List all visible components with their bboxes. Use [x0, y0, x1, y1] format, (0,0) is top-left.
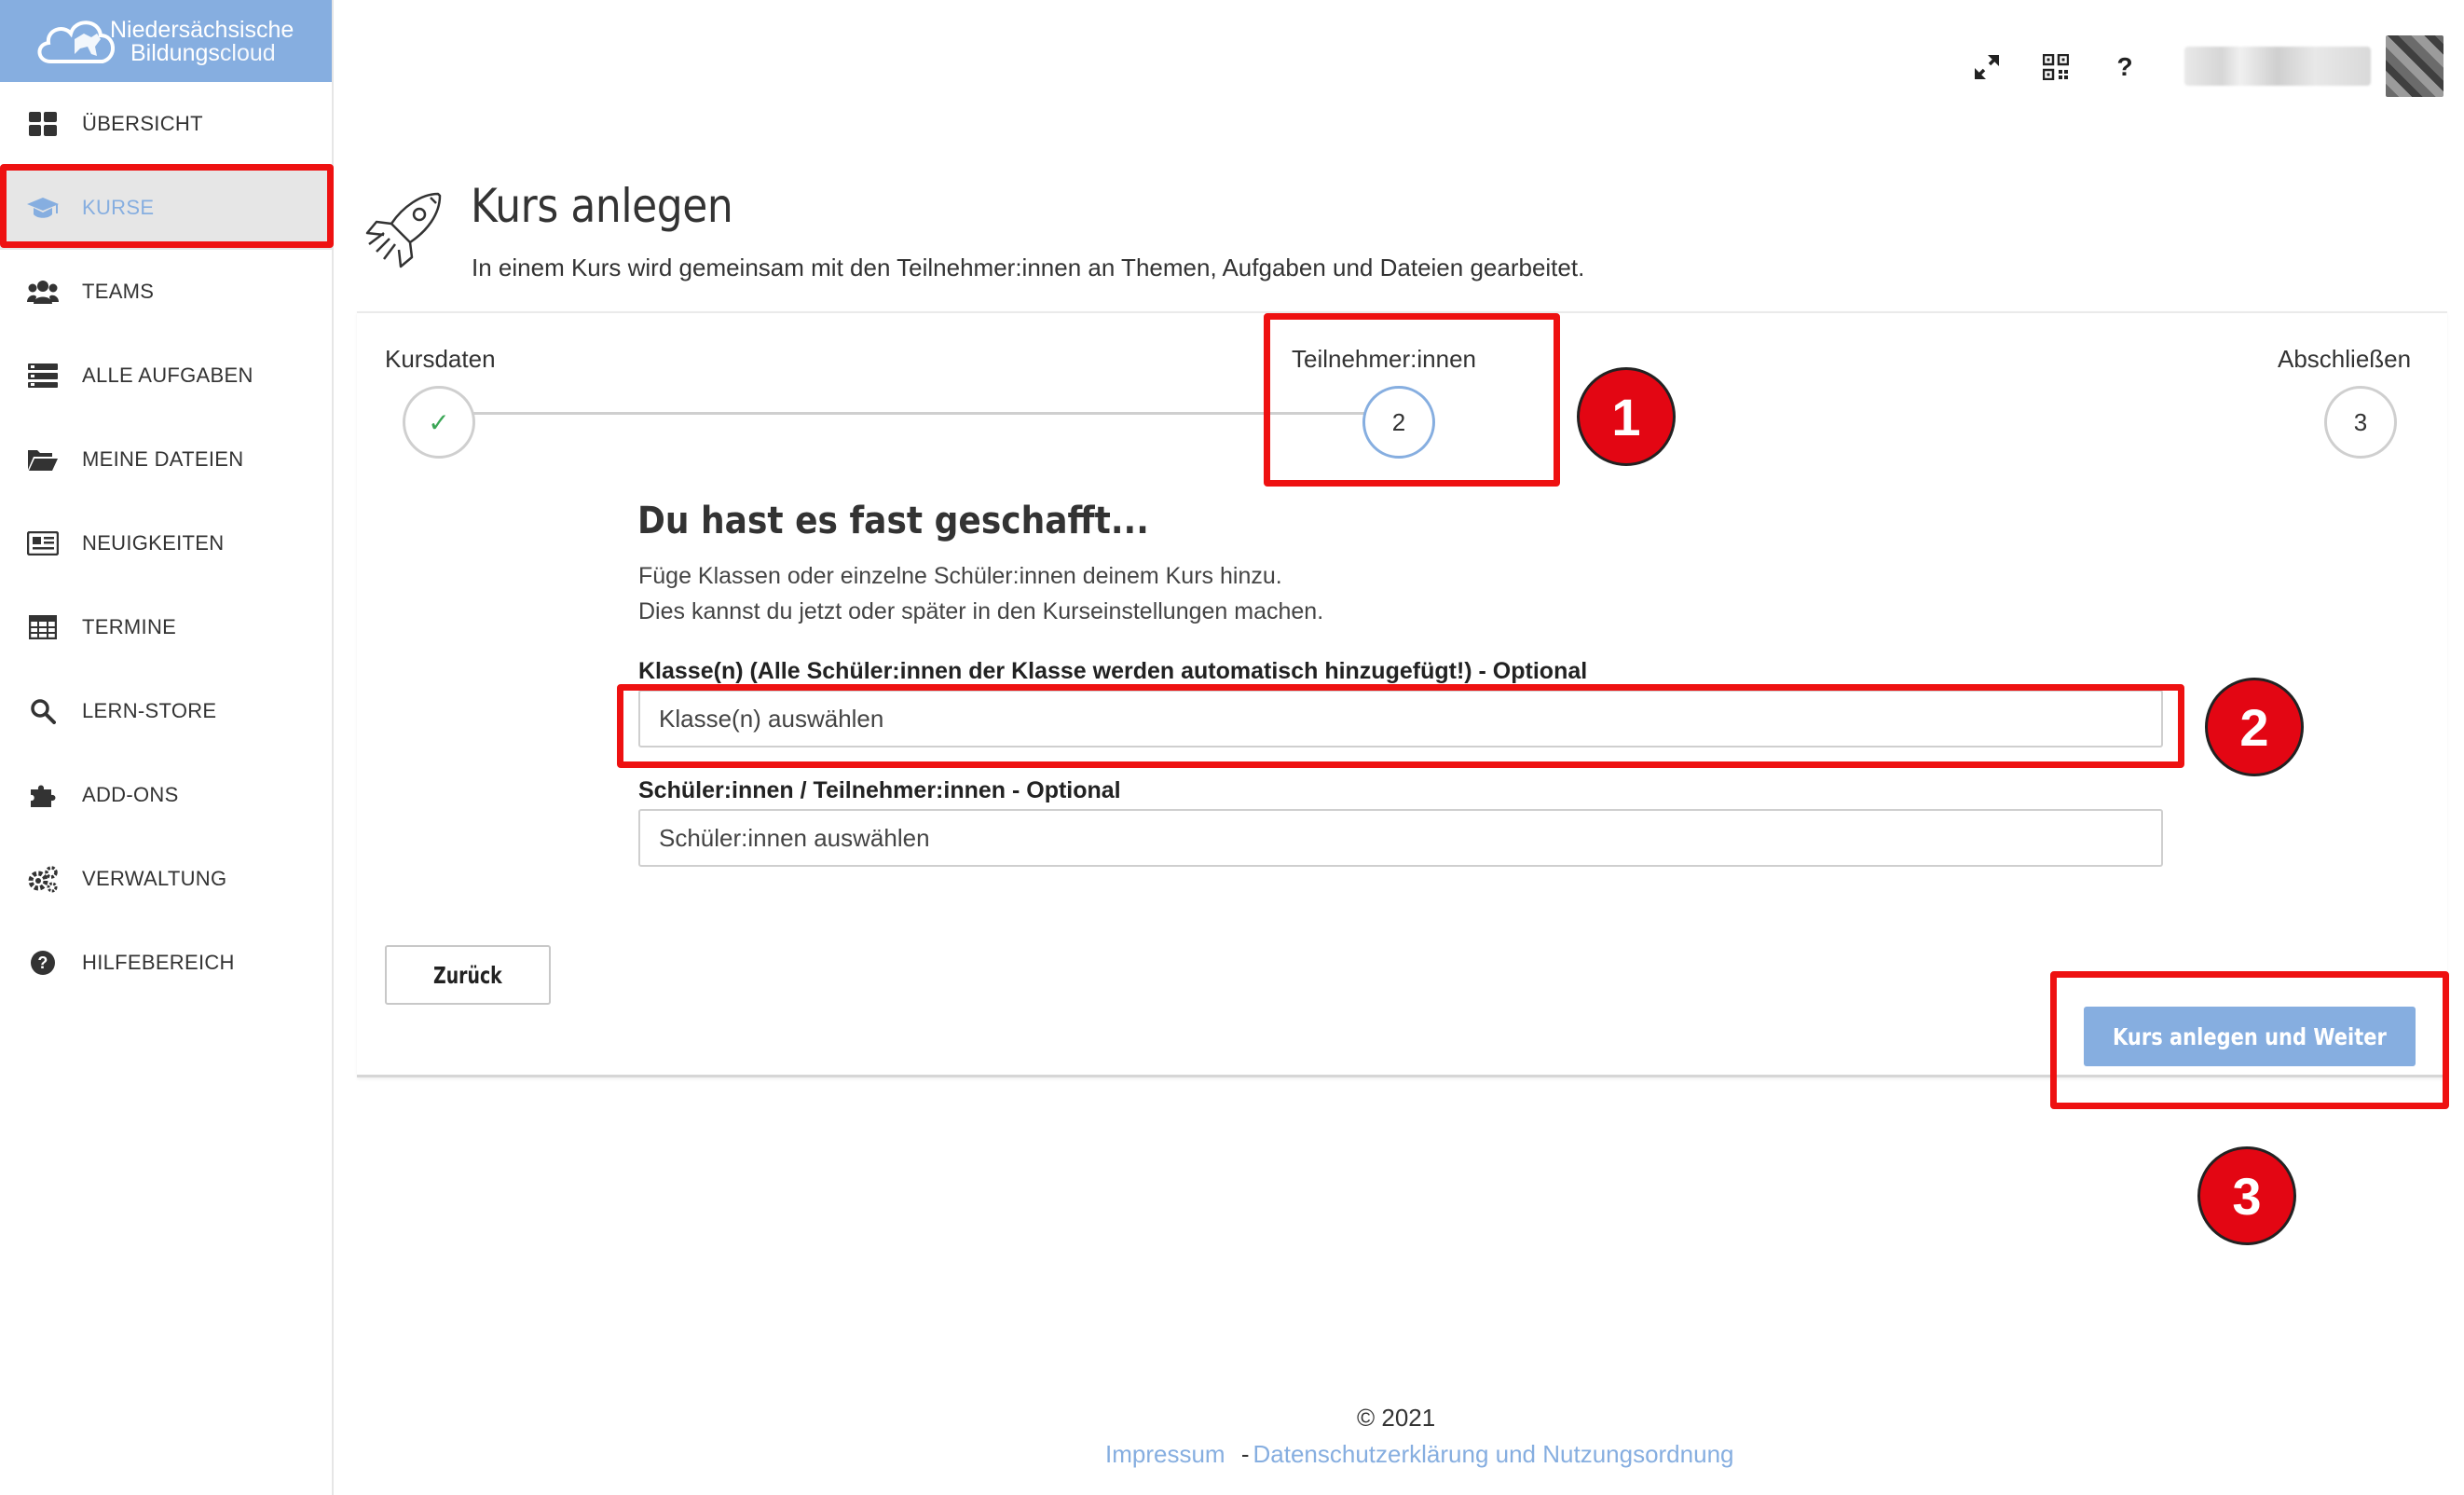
annotation-badge-2: 2 [2205, 678, 2304, 776]
avatar[interactable] [2386, 35, 2443, 97]
sidebar-item-hilfebereich[interactable]: ? HILFEBEREICH [0, 921, 332, 1005]
step-3-pending[interactable]: 3 [2324, 386, 2397, 459]
footer-copyright: © 2021 [1357, 1404, 1436, 1432]
students-field-label: Schüler:innen / Teilnehmer:innen - Optio… [638, 777, 1121, 803]
brand-line2: Bildungscloud [130, 40, 276, 66]
annotation-box-classes [617, 684, 2184, 768]
sidebar-item-neuigkeiten[interactable]: NEUIGKEITEN [0, 501, 332, 585]
step-1-done-checkmark[interactable]: ✓ [403, 386, 475, 459]
sidebar-item-add-ons[interactable]: ADD-ONS [0, 753, 332, 837]
sidebar-item-label: MEINE DATEIEN [82, 447, 244, 471]
footer-separator: - [1240, 1440, 1250, 1468]
sidebar-item-verwaltung[interactable]: VERWALTUNG [0, 837, 332, 921]
qr-code-icon[interactable] [2041, 52, 2071, 82]
privacy-link[interactable]: Datenschutzerklärung und Nutzungsordnung [1253, 1440, 1733, 1468]
folder-open-icon [26, 443, 60, 476]
page-subtitle: In einem Kurs wird gemeinsam mit den Tei… [472, 254, 1585, 281]
sidebar-item-label: ÜBERSICHT [82, 112, 203, 135]
help-circle-icon: ? [26, 946, 60, 980]
fullscreen-icon[interactable] [1972, 52, 2002, 82]
svg-text:?: ? [37, 953, 48, 972]
sidebar-item-label: ADD-ONS [82, 783, 179, 806]
sidebar-item-termine[interactable]: TERMINE [0, 585, 332, 669]
annotation-box-submit [2050, 971, 2449, 1109]
classes-field-label: Klasse(n) (Alle Schüler:innen der Klasse… [638, 658, 1588, 684]
rocket-icon [365, 192, 442, 268]
users-icon [26, 275, 60, 309]
dashboard-icon [26, 107, 60, 141]
help-icon[interactable]: ? [2110, 52, 2140, 82]
annotation-badge-3: 3 [2197, 1146, 2296, 1245]
step-label-abschliessen: Abschließen [2278, 345, 2412, 373]
sidebar-item-label: TERMINE [82, 615, 177, 638]
calendar-table-icon [26, 610, 60, 644]
puzzle-icon [26, 778, 60, 812]
newspaper-icon [26, 527, 60, 560]
sidebar-item-lern-store[interactable]: LERN-STORE [0, 669, 332, 753]
back-button[interactable]: Zurück [385, 945, 551, 1005]
search-icon [26, 694, 60, 728]
step-label-kursdaten: Kursdaten [385, 345, 496, 373]
brand-line1: Niedersächsische [110, 17, 294, 43]
user-name[interactable] [2184, 47, 2371, 86]
cogs-icon [26, 862, 60, 896]
form-description-line2: Dies kannst du jetzt oder später in den … [638, 598, 1324, 624]
annotation-box-kurse [0, 164, 334, 248]
students-select-input[interactable] [638, 809, 2163, 867]
sidebar-item-label: LERN-STORE [82, 699, 217, 722]
sidebar-item-meine-dateien[interactable]: MEINE DATEIEN [0, 418, 332, 501]
form-title: Du hast es fast geschafft... [637, 500, 1149, 542]
brand-logo[interactable]: Niedersächsische Bildungscloud [0, 0, 332, 82]
sidebar-item-teams[interactable]: TEAMS [0, 250, 332, 334]
annotation-badge-1: 1 [1577, 367, 1676, 466]
form-description-line1: Füge Klassen oder einzelne Schüler:innen… [638, 563, 1282, 589]
sidebar-item-alle-aufgaben[interactable]: ALLE AUFGABEN [0, 334, 332, 418]
sidebar-item-label: NEUIGKEITEN [82, 531, 225, 555]
sidebar-item-label: TEAMS [82, 280, 155, 303]
cloud-logo-icon [37, 21, 115, 63]
page-title: Kurs anlegen [471, 179, 733, 233]
sidebar-item-label: ALLE AUFGABEN [82, 363, 253, 387]
tasks-icon [26, 359, 60, 392]
footer-links: Impressum - Datenschutzerklärung und Nutz… [1105, 1440, 1734, 1469]
annotation-box-step2 [1264, 313, 1560, 487]
sidebar-item-uebersicht[interactable]: ÜBERSICHT [0, 82, 332, 166]
impressum-link[interactable]: Impressum [1105, 1440, 1225, 1468]
sidebar-item-label: VERWALTUNG [82, 867, 227, 890]
sidebar-item-label: HILFEBEREICH [82, 951, 235, 974]
